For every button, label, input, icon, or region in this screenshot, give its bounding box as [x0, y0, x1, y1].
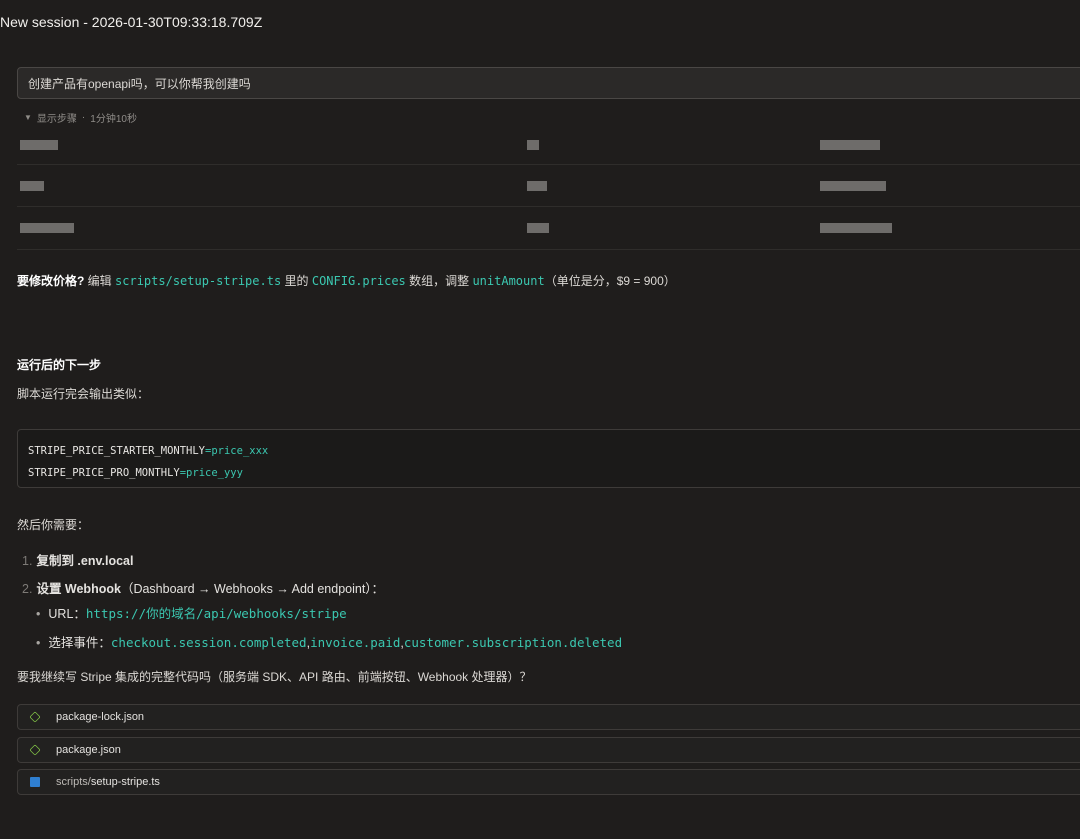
events-label: 选择事件： — [48, 636, 111, 650]
list-item-bold: 复制到 .env.local — [36, 554, 134, 568]
redacted-cell — [820, 223, 892, 233]
steps-separator: · — [81, 112, 86, 123]
bullet-icon: • — [36, 636, 41, 650]
price-note-text: 里的 — [281, 274, 312, 288]
file-chip-package-lock[interactable]: package-lock.json — [17, 704, 1080, 730]
table-divider — [17, 249, 1080, 250]
sub-list-item-events: • 选择事件：checkout.session.completed,invoice… — [36, 632, 622, 651]
bullet-icon: • — [36, 607, 41, 621]
env-value: price_xxx — [211, 445, 269, 457]
redacted-cell — [820, 140, 880, 150]
redacted-cell — [820, 181, 886, 191]
user-prompt-text: 创建产品有openapi吗，可以你帮我创建吗 — [28, 76, 251, 91]
file-name: package.json — [56, 744, 121, 756]
price-note-heading: 要修改价格? — [17, 274, 85, 288]
list-item: 2. 设置 Webhook（Dashboard → Webhooks → Add … — [22, 578, 384, 597]
price-note-text: 编辑 — [84, 274, 116, 288]
list-item: 1. 复制到 .env.local — [22, 550, 133, 569]
session-title: New session - 2026-01-30T09:33:18.709Z — [0, 14, 263, 30]
nodejs-icon — [29, 744, 41, 756]
typescript-file-icon — [30, 777, 40, 787]
env-key: STRIPE_PRICE_STARTER_MONTHLY — [28, 445, 206, 457]
caret-down-icon: ▼ — [24, 113, 32, 122]
inline-code-event: checkout.session.completed — [110, 635, 307, 650]
list-number: 1. — [22, 554, 33, 568]
env-key: STRIPE_PRICE_PRO_MONTHLY — [28, 467, 180, 479]
env-code-block: STRIPE_PRICE_STARTER_MONTHLY=price_xxx S… — [17, 429, 1080, 488]
redacted-cell — [527, 223, 549, 233]
file-chip-setup-stripe[interactable]: scripts/setup-stripe.ts — [17, 769, 1080, 795]
redacted-cell — [20, 181, 44, 191]
redacted-cell — [527, 140, 539, 150]
url-label: URL： — [48, 607, 86, 621]
list-item-text: （Dashboard → Webhooks → Add endpoint）： — [120, 582, 385, 596]
redacted-cell — [527, 181, 547, 191]
inline-code-event: customer.subscription.deleted — [403, 635, 623, 650]
redacted-table — [17, 128, 1080, 252]
steps-duration: 1分钟10秒 — [90, 114, 137, 125]
code-line: STRIPE_PRICE_STARTER_MONTHLY=price_xxx — [28, 440, 1080, 462]
price-note: 要修改价格? 编辑 scripts/setup-stripe.ts 里的 CON… — [17, 272, 676, 289]
user-prompt-bubble: 创建产品有openapi吗，可以你帮我创建吗 — [17, 67, 1080, 99]
inline-code-event: invoice.paid — [310, 635, 401, 650]
code-line: STRIPE_PRICE_PRO_MONTHLY=price_yyy — [28, 462, 1080, 484]
file-chip-package[interactable]: package.json — [17, 737, 1080, 763]
show-steps-label: 显示步骤 — [36, 114, 77, 125]
follow-up-question: 要我继续写 Stripe 集成的完整代码吗（服务端 SDK、API 路由、前端按… — [17, 670, 532, 684]
price-note-text: 数组，调整 — [405, 274, 473, 288]
inline-code-unit-amount: unitAmount — [472, 274, 545, 288]
inline-code-webhook-url: https://你的域名/api/webhooks/stripe — [85, 606, 347, 621]
price-note-text: （单位是分，$9 = 900） — [544, 274, 676, 288]
table-divider — [17, 206, 1080, 207]
file-name: setup-stripe.ts — [90, 776, 160, 788]
env-value: price_yyy — [186, 467, 243, 479]
inline-code-script-path: scripts/setup-stripe.ts — [115, 274, 282, 288]
list-item-bold: 设置 Webhook — [36, 582, 121, 596]
then-need-text: 然后你需要： — [17, 518, 90, 532]
nodejs-icon — [29, 711, 41, 723]
table-divider — [17, 164, 1080, 165]
inline-code-config-prices: CONFIG.prices — [311, 274, 406, 288]
redacted-cell — [20, 140, 58, 150]
show-steps-toggle[interactable]: ▼ 显示步骤 · 1分钟10秒 — [24, 110, 137, 125]
next-steps-heading: 运行后的下一步 — [17, 358, 102, 372]
file-dir: scripts/ — [56, 776, 91, 788]
redacted-cell — [20, 223, 74, 233]
file-name: package-lock.json — [56, 711, 145, 723]
list-number: 2. — [22, 582, 33, 596]
sub-list-item-url: • URL：https://你的域名/api/webhooks/stripe — [36, 603, 347, 622]
next-steps-intro: 脚本运行完会输出类似： — [17, 387, 150, 401]
